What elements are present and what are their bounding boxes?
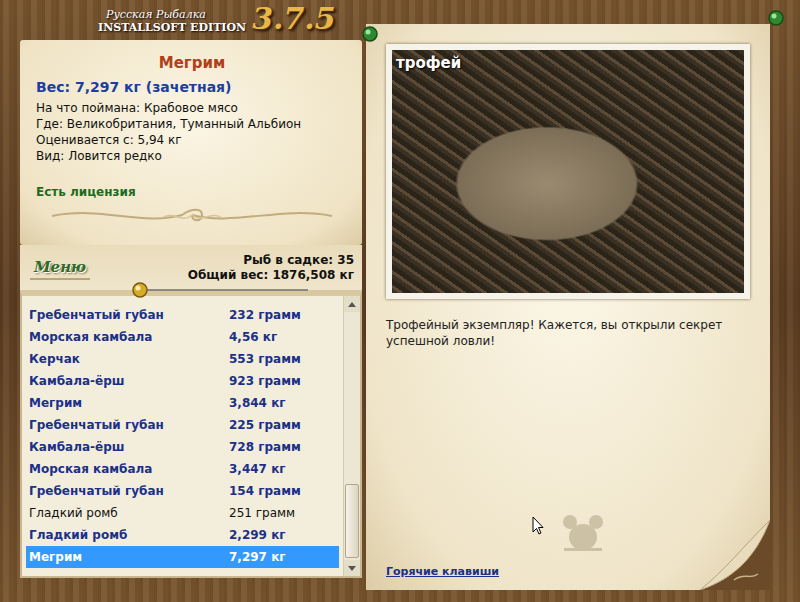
pin-icon [360, 24, 380, 44]
fish-weight-cell: 225 грамм [229, 418, 339, 432]
row-content: Гладкий ромб251 грамм [26, 502, 339, 524]
catch-row[interactable]: Морская камбала3,447 кг [26, 458, 339, 480]
pin-icon [130, 280, 310, 300]
row-content: Мегрим7,297 кг [26, 546, 339, 568]
hotkeys-link[interactable]: Горячие клавиши [386, 565, 499, 578]
fish-name-cell: Керчак [29, 352, 229, 366]
catch-row[interactable]: Гладкий ромб2,299 кг [26, 524, 339, 546]
pin-icon [766, 8, 786, 28]
trophy-message: Трофейный экземпляр! Кажется, вы открыли… [386, 317, 750, 349]
title-words: Русская РыбалкаINSTALLSOFT EDITION [98, 8, 246, 35]
fish-name-cell: Камбала-ёрш [29, 440, 229, 454]
fish-name-cell: Гладкий ромб [29, 528, 229, 542]
scroll-thumb[interactable] [345, 484, 359, 558]
left-column: Мегрим Вес: 7,297 кг (зачетная) На что пой… [20, 40, 362, 590]
detail-line: Где: Великобритания, Туманный Альбион [36, 116, 348, 132]
fish-weight-cell: 553 грамм [229, 352, 339, 366]
fish-weight-cell: 154 грамм [229, 484, 339, 498]
info-panel: трофей Трофейный экземпляр! Кажется, вы о… [366, 24, 770, 590]
row-content: Морская камбала3,447 кг [26, 458, 339, 480]
title-small: Русская Рыбалка [98, 8, 246, 21]
fish-weight-cell: 728 грамм [229, 440, 339, 454]
catch-row[interactable]: Гладкий ромб251 грамм [26, 502, 339, 524]
row-content: Гладкий ромб2,299 кг [26, 524, 339, 546]
catch-row[interactable]: Мегрим7,297 кг [26, 546, 339, 568]
fish-weight-cell: 2,299 кг [229, 528, 339, 542]
fish-weight-cell: 3,447 кг [229, 462, 339, 476]
fish-weight-cell: 251 грамм [229, 506, 339, 520]
fish-card: Мегрим Вес: 7,297 кг (зачетная) На что пой… [20, 40, 362, 245]
game-window: Русская РыбалкаINSTALLSOFT EDITION3.7.5М… [0, 0, 800, 602]
scroll-space [345, 314, 359, 484]
row-content: Мегрим3,844 кг [26, 392, 339, 414]
stats-row: Меню Рыб в садке: 35Общий вес: 1876,508 к… [20, 245, 362, 290]
row-content: Морская камбала4,56 кг [26, 326, 339, 348]
license-label: Есть лицензия [36, 184, 348, 200]
arrow-down-icon [348, 566, 356, 571]
scrollbar[interactable] [343, 296, 360, 576]
stat-line: Рыб в садке: 35 [243, 253, 354, 268]
fish-name-cell: Камбала-ёрш [29, 374, 229, 388]
page-curl-icon [700, 520, 770, 590]
fish-name-cell: Гладкий ромб [29, 506, 229, 520]
fish-name: Мегрим [36, 54, 348, 72]
ornament-icon [42, 204, 342, 226]
fish-name-cell: Морская камбала [29, 330, 229, 344]
fish-weight-cell: 3,844 кг [229, 396, 339, 410]
title-logo: Русская РыбалкаINSTALLSOFT EDITION3.7.5 [98, 3, 336, 35]
spacer [386, 349, 750, 565]
catch-row[interactable]: Гребенчатый губан225 грамм [26, 414, 339, 436]
scroll-down-icon[interactable] [344, 560, 360, 576]
menu-button[interactable]: Меню [30, 256, 90, 280]
title-edition: INSTALLSOFT EDITION [98, 21, 246, 35]
fish-details: На что поймана: Крабовое мясоГде: Велико… [36, 100, 348, 164]
detail-line: Вид: Ловится редко [36, 148, 348, 164]
fish-name-cell: Гребенчатый губан [29, 484, 229, 498]
stat-line: Общий вес: 1876,508 кг [188, 268, 354, 283]
detail-line: Оценивается с: 5,94 кг [36, 132, 348, 148]
fish-weight-cell: 232 грамм [229, 308, 339, 322]
row-content: Камбала-ёрш923 грамм [26, 370, 339, 392]
catch-row[interactable]: Камбала-ёрш923 грамм [26, 370, 339, 392]
trophy-badge: трофей [396, 54, 461, 72]
fish-name-cell: Гребенчатый губан [29, 308, 229, 322]
fish-photo: трофей [386, 44, 750, 299]
cursor-icon [532, 516, 544, 535]
catch-row[interactable]: Мегрим3,844 кг [26, 392, 339, 414]
catch-list: Гребенчатый губан232 граммМорская камбал… [20, 290, 362, 578]
catch-row[interactable]: Камбала-ёрш728 грамм [26, 436, 339, 458]
scroll-up-icon[interactable] [344, 296, 360, 312]
catch-row[interactable]: Гребенчатый губан232 грамм [26, 304, 339, 326]
arrow-up-icon [348, 302, 356, 307]
version-label: 3.7.5 [252, 3, 336, 35]
scroll-track[interactable] [344, 312, 360, 560]
fish-name-cell: Морская камбала [29, 462, 229, 476]
mouse-icon [560, 513, 606, 553]
row-content: Камбала-ёрш728 грамм [26, 436, 339, 458]
catch-row[interactable]: Керчак553 грамм [26, 348, 339, 370]
detail-line: На что поймана: Крабовое мясо [36, 100, 348, 116]
row-content: Керчак553 грамм [26, 348, 339, 370]
row-content: Гребенчатый губан154 грамм [26, 480, 339, 502]
fish-weight-cell: 7,297 кг [229, 550, 339, 564]
fish-weight-cell: 923 грамм [229, 374, 339, 388]
fish-name-cell: Мегрим [29, 550, 229, 564]
catch-row[interactable]: Гребенчатый губан154 грамм [26, 480, 339, 502]
fish-name-cell: Гребенчатый губан [29, 418, 229, 432]
row-content: Гребенчатый губан232 грамм [26, 304, 339, 326]
fish-weight: Вес: 7,297 кг (зачетная) [36, 78, 348, 96]
catch-stats: Рыб в садке: 35Общий вес: 1876,508 кг [188, 253, 354, 283]
row-content: Гребенчатый губан225 грамм [26, 414, 339, 436]
catch-row[interactable]: Морская камбала4,56 кг [26, 326, 339, 348]
fish-weight-cell: 4,56 кг [229, 330, 339, 344]
fish-name-cell: Мегрим [29, 396, 229, 410]
catch-rows: Гребенчатый губан232 граммМорская камбал… [22, 296, 343, 576]
